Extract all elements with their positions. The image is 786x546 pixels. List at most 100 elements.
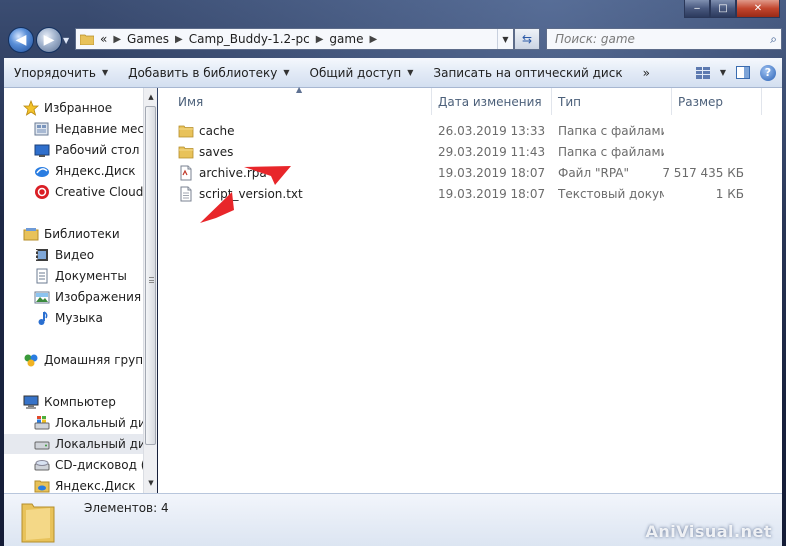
music-icon	[38, 311, 48, 325]
chevron-right-icon[interactable]: ▶	[316, 34, 324, 45]
forward-button[interactable]: ▶	[36, 27, 62, 53]
item-count: Элементов: 4	[84, 501, 169, 515]
address-bar[interactable]: « ▶ Games ▶ Camp_Buddy-1.2-pc ▶ game ▶ ▼	[75, 28, 514, 50]
back-button[interactable]: ◀	[8, 27, 34, 53]
nav-item-drive-d[interactable]: Локальный диск (D:)	[4, 434, 143, 454]
nav-item-documents[interactable]: Документы	[4, 266, 143, 286]
nav-homegroup-label: Домашняя группа	[44, 353, 143, 367]
search-input[interactable]: Поиск: game ⌕	[546, 28, 782, 50]
nav-homegroup[interactable]: Домашняя группа	[4, 350, 143, 370]
scrollbar-thumb[interactable]	[145, 106, 156, 445]
burn-button[interactable]: Записать на оптический диск	[423, 66, 632, 80]
nav-item-desktop[interactable]: Рабочий стол	[4, 140, 143, 160]
nav-libraries-label: Библиотеки	[44, 227, 120, 241]
nav-item-label: Видео	[55, 248, 95, 262]
column-date-label: Дата изменения	[438, 94, 542, 109]
column-size-label: Размер	[678, 94, 724, 109]
chevron-right-icon[interactable]: ▶	[113, 34, 121, 45]
add-to-library-button[interactable]: Добавить в библиотеку ▼	[118, 66, 299, 80]
scroll-up-icon[interactable]: ▲	[144, 90, 158, 104]
library-icon	[23, 228, 39, 241]
creative-cloud-icon	[35, 185, 49, 199]
table-row[interactable]: saves 29.03.2019 11:43 Папка с файлами	[158, 141, 782, 162]
desktop-icon	[34, 144, 50, 157]
share-label: Общий доступ	[309, 65, 402, 80]
file-name: cache	[199, 123, 235, 138]
nav-item-drive-c[interactable]: Локальный диск (C:)	[4, 413, 143, 433]
breadcrumb-overflow[interactable]: «	[100, 32, 107, 46]
nav-item-recent[interactable]: Недавние места	[4, 119, 143, 139]
chevron-right-icon[interactable]: ▶	[369, 34, 377, 45]
refresh-button[interactable]: ⇆	[514, 28, 540, 50]
organize-button[interactable]: Упорядочить ▼	[4, 66, 118, 80]
breadcrumb-game[interactable]: game	[329, 32, 363, 46]
maximize-button[interactable]: □	[710, 0, 736, 18]
address-history-dropdown[interactable]: ▼	[497, 29, 513, 49]
watermark: AniVisual.net	[645, 522, 772, 541]
nav-item-label: Яндекс.Диск	[55, 164, 136, 178]
windows-drive-icon	[34, 416, 50, 430]
nav-item-yandex-disk[interactable]: Яндекс.Диск	[4, 161, 143, 181]
breadcrumb-camp-buddy[interactable]: Camp_Buddy-1.2-pc	[189, 32, 310, 46]
nav-item-pictures[interactable]: Изображения	[4, 287, 143, 307]
preview-pane-icon[interactable]	[736, 66, 750, 79]
breadcrumb-games[interactable]: Games	[127, 32, 169, 46]
column-name-label: Имя	[178, 94, 204, 109]
nav-libraries[interactable]: Библиотеки	[4, 224, 143, 244]
nav-item-label: Локальный диск (D:)	[55, 437, 143, 451]
recent-pages-dropdown[interactable]: ▼	[63, 36, 69, 45]
details-pane: Элементов: 4 AniVisual.net	[4, 493, 782, 546]
file-type: Папка с файлами	[558, 123, 664, 138]
share-button[interactable]: Общий доступ ▼	[300, 66, 424, 80]
video-icon	[36, 249, 48, 261]
nav-favorites[interactable]: Избранное	[4, 98, 143, 118]
folder-icon	[21, 503, 55, 543]
file-type: Папка с файлами	[558, 144, 664, 159]
nav-favorites-label: Избранное	[44, 101, 113, 115]
close-button[interactable]: ✕	[736, 0, 780, 18]
nav-item-cd-drive[interactable]: CD-дисковод (F:)	[4, 455, 143, 475]
recent-places-icon	[34, 122, 49, 136]
chevron-down-icon: ▼	[407, 68, 414, 77]
pictures-icon	[34, 291, 50, 304]
nav-item-label: Недавние места	[55, 122, 143, 136]
nav-item-music[interactable]: Музыка	[4, 308, 143, 328]
table-row[interactable]: cache 26.03.2019 13:33 Папка с файлами	[158, 120, 782, 141]
view-dropdown-icon[interactable]: ▼	[720, 68, 726, 77]
chevron-right-icon[interactable]: ▶	[175, 34, 183, 45]
folder-icon	[178, 125, 194, 137]
column-header-date[interactable]: Дата изменения	[432, 88, 552, 115]
table-row[interactable]: script_version.txt 19.03.2019 18:07 Текс…	[158, 183, 782, 204]
change-view-icon[interactable]	[695, 66, 710, 79]
navigation-row: ◀ ▶ ▼ « ▶ Games ▶ Camp_Buddy-1.2-pc ▶ ga…	[0, 24, 786, 56]
file-size	[664, 120, 744, 141]
file-type: Файл "RPA"	[558, 165, 630, 180]
search-icon[interactable]: ⌕	[770, 32, 777, 47]
text-file-icon	[180, 186, 192, 201]
folder-icon	[178, 146, 194, 158]
column-header-name[interactable]: ▲ Имя	[158, 85, 432, 115]
nav-item-yandex-disk-computer[interactable]: Яндекс.Диск	[4, 476, 143, 493]
search-placeholder: Поиск: game	[555, 32, 635, 46]
folder-icon	[80, 34, 94, 45]
nav-pane-scrollbar[interactable]: ▲ ▼	[143, 88, 157, 493]
nav-item-video[interactable]: Видео	[4, 245, 143, 265]
scroll-down-icon[interactable]: ▼	[144, 476, 158, 490]
column-header-size[interactable]: Размер	[672, 88, 762, 115]
cd-drive-icon	[34, 460, 50, 471]
nav-item-label: Документы	[55, 269, 127, 283]
minimize-button[interactable]: ‒	[684, 0, 710, 18]
nav-item-label: CD-дисковод (F:)	[55, 458, 143, 472]
nav-computer[interactable]: Компьютер	[4, 392, 143, 412]
help-icon[interactable]: ?	[760, 64, 776, 81]
file-type: Текстовый документ	[558, 186, 664, 201]
sort-ascending-icon: ▲	[296, 85, 303, 94]
nav-item-creative-cloud[interactable]: Creative Cloud Files	[4, 182, 143, 202]
file-name-cell: saves	[178, 141, 233, 162]
more-commands-button[interactable]: »	[633, 66, 660, 80]
file-date: 26.03.2019 13:33	[438, 123, 546, 138]
chevron-down-icon: ▼	[101, 68, 109, 77]
red-arrow-annotation	[200, 192, 234, 223]
documents-icon	[36, 268, 48, 284]
column-header-type[interactable]: Тип	[552, 88, 672, 115]
